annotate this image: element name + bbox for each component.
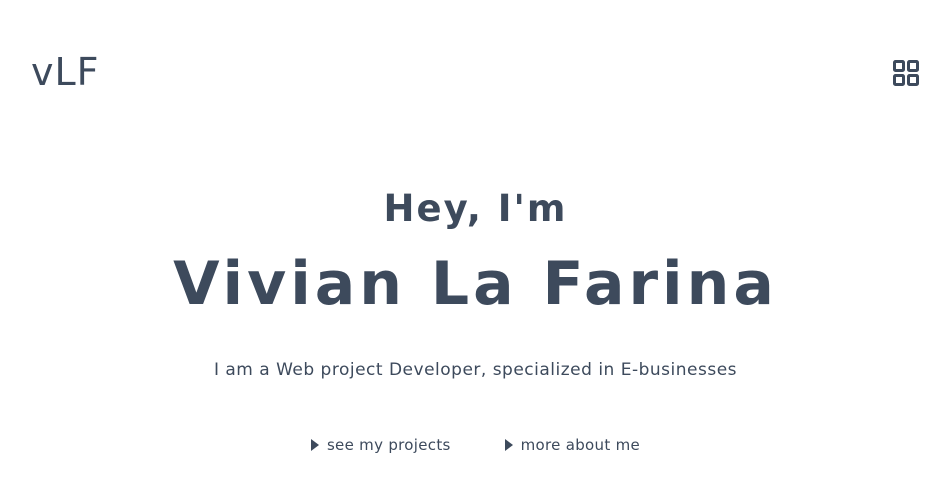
about-me-label: more about me xyxy=(520,436,641,454)
play-arrow-icon xyxy=(504,439,513,451)
play-arrow-icon xyxy=(310,439,319,451)
site-logo[interactable]: vLF xyxy=(31,50,100,94)
grid-menu-icon xyxy=(893,60,919,86)
hero-greeting: Hey, I'm xyxy=(383,187,568,230)
hero-name: Vivian La Farina xyxy=(173,249,778,319)
about-me-link[interactable]: more about me xyxy=(504,434,641,456)
hero-actions: see my projects more about me xyxy=(0,434,951,456)
see-projects-label: see my projects xyxy=(326,436,451,454)
see-projects-link[interactable]: see my projects xyxy=(310,434,451,456)
hero-tagline: I am a Web project Developer, specialize… xyxy=(213,360,738,380)
grid-menu-button[interactable] xyxy=(893,60,919,86)
